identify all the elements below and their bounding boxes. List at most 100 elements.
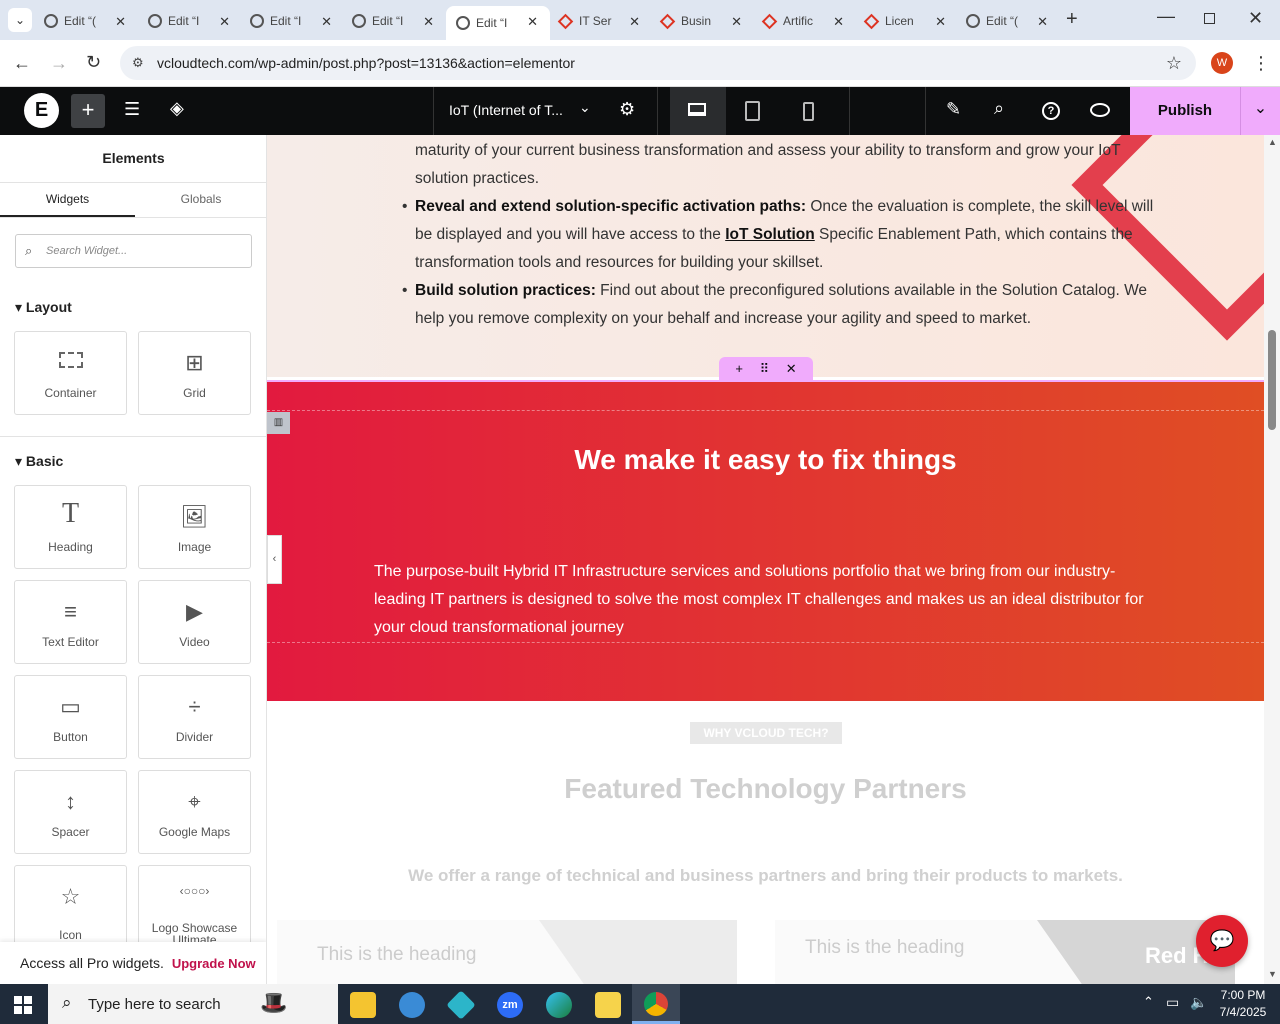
widget-logo-showcase[interactable]: ‹○○○› Logo Showcase Ultimate xyxy=(138,865,251,949)
windows-start-icon[interactable] xyxy=(14,996,32,1014)
page-settings-gear-icon[interactable]: ⚙ xyxy=(619,99,635,120)
volume-icon[interactable]: 🔈 xyxy=(1190,994,1207,1011)
close-tab-icon[interactable]: ✕ xyxy=(935,14,946,30)
widget-heading[interactable]: T Heading xyxy=(14,485,127,569)
edge-icon[interactable] xyxy=(546,992,572,1018)
scrollbar-thumb[interactable] xyxy=(1268,330,1276,430)
help-icon[interactable]: ? xyxy=(1042,102,1060,120)
page-scrollbar[interactable]: ▲ ▼ xyxy=(1264,135,1280,984)
partner-card[interactable]: This is the heading xyxy=(277,920,737,984)
publish-button[interactable]: Publish xyxy=(1130,87,1240,135)
delete-section-icon[interactable]: ✕ xyxy=(786,361,797,377)
browser-tab[interactable]: Edit “( ✕ xyxy=(956,6,1060,36)
widget-image[interactable]: 🖼 Image xyxy=(138,485,251,569)
network-icon[interactable]: ▭ xyxy=(1166,994,1179,1011)
device-desktop-button[interactable] xyxy=(670,87,726,135)
preview-eye-icon[interactable] xyxy=(1090,103,1110,117)
card-shape xyxy=(538,920,737,984)
close-tab-icon[interactable]: ✕ xyxy=(731,14,742,30)
widget-video[interactable]: ▶ Video xyxy=(138,580,251,664)
reload-button[interactable]: ↻ xyxy=(86,52,101,73)
close-tab-icon[interactable]: ✕ xyxy=(115,14,126,30)
tab-title: Edit “( xyxy=(986,14,1019,28)
forward-button[interactable]: → xyxy=(50,53,68,74)
elementor-logo-icon[interactable]: E xyxy=(24,93,59,128)
new-tab-button[interactable]: + xyxy=(1066,8,1078,30)
widget-google-maps[interactable]: ⌖ Google Maps xyxy=(138,770,251,854)
device-mobile-icon[interactable] xyxy=(803,102,814,121)
section-handle[interactable]: + ⠿ ✕ xyxy=(719,357,813,380)
widget-button[interactable]: ▭ Button xyxy=(14,675,127,759)
browser-tab[interactable]: Edit “I ✕ xyxy=(138,6,242,36)
search-widget-input[interactable]: ⌕ Search Widget... xyxy=(15,234,252,268)
widget-icon[interactable]: ☆ Icon xyxy=(14,865,127,949)
browser-menu-icon[interactable]: ⋮ xyxy=(1252,50,1270,76)
chat-support-button[interactable]: 💬 xyxy=(1196,915,1248,967)
column-handle-icon[interactable]: ▥ xyxy=(267,412,290,434)
search-icon[interactable]: ⌕ xyxy=(994,98,1004,119)
zoom-icon[interactable]: zm xyxy=(497,992,523,1018)
page-title-dropdown[interactable]: IoT (Internet of T... ⌄ ⚙ xyxy=(433,87,658,135)
browser-tab[interactable]: Edit “I ✕ xyxy=(240,6,344,36)
profile-avatar[interactable]: W xyxy=(1211,52,1233,74)
restore-button[interactable] xyxy=(1204,13,1215,24)
layout-category-toggle[interactable]: ▾ Layout xyxy=(15,299,72,316)
back-button[interactable]: ← xyxy=(13,53,31,74)
scroll-down-arrow-icon[interactable]: ▼ xyxy=(1268,969,1277,979)
close-window-button[interactable]: ✕ xyxy=(1248,8,1263,29)
basic-category-toggle[interactable]: ▾ Basic xyxy=(15,453,63,470)
app-icon-2[interactable] xyxy=(446,990,476,1020)
tab-widgets[interactable]: Widgets xyxy=(0,183,135,218)
upgrade-now-link[interactable]: Upgrade Now xyxy=(172,956,256,971)
pro-widgets-banner: Access all Pro widgets. Upgrade Now xyxy=(0,942,266,984)
notes-icon[interactable]: ✎ xyxy=(946,99,961,120)
browser-tab[interactable]: Edit “(✕ xyxy=(34,6,138,36)
browser-tab[interactable]: Artific ✕ xyxy=(752,6,856,36)
browser-tab[interactable]: Busin ✕ xyxy=(650,6,754,36)
device-tablet-icon[interactable] xyxy=(745,101,760,121)
widget-divider[interactable]: ÷ Divider xyxy=(138,675,251,759)
browser-tab[interactable]: Licen ✕ xyxy=(854,6,958,36)
clock[interactable]: 7:00 PM 7/4/2025 xyxy=(1216,987,1270,1021)
browser-tab[interactable]: IT Ser ✕ xyxy=(548,6,652,36)
sticky-notes-icon[interactable] xyxy=(595,992,621,1018)
app-icon-1[interactable] xyxy=(399,992,425,1018)
browser-tab-bar: ⌄ Edit “(✕ Edit “I ✕ Edit “I ✕ Edit “I ✕ Edit “… xyxy=(0,0,1280,40)
scroll-up-arrow-icon[interactable]: ▲ xyxy=(1268,137,1277,147)
widget-text-editor[interactable]: ≡ Text Editor xyxy=(14,580,127,664)
tab-title: Edit “I xyxy=(476,16,508,30)
tab-search-button[interactable]: ⌄ xyxy=(8,8,32,32)
close-tab-icon[interactable]: ✕ xyxy=(219,14,230,30)
publish-options-button[interactable]: ⌄ xyxy=(1240,87,1280,135)
iot-solution-link[interactable]: IoT Solution xyxy=(725,226,815,243)
site-settings-sliders-icon[interactable]: ☰ xyxy=(124,99,140,120)
add-element-button[interactable]: + xyxy=(71,94,105,128)
url-field[interactable]: ⚙ vcloudtech.com/wp-admin/post.php?post=… xyxy=(120,46,1196,80)
chrome-taskbar-button[interactable] xyxy=(632,984,680,1024)
vcloud-icon xyxy=(761,13,778,29)
close-tab-icon[interactable]: ✕ xyxy=(833,14,844,30)
close-tab-icon[interactable]: ✕ xyxy=(629,14,640,30)
widget-grid[interactable]: ⊞ Grid xyxy=(138,331,251,415)
taskbar-search-box[interactable]: ⌕ Type here to search 🎩 xyxy=(48,984,338,1024)
add-section-icon[interactable]: + xyxy=(735,361,743,376)
file-explorer-icon[interactable] xyxy=(350,992,376,1018)
close-tab-icon[interactable]: ✕ xyxy=(1037,14,1048,30)
close-tab-icon[interactable]: ✕ xyxy=(423,14,434,30)
image-icon: 🖼 xyxy=(180,504,209,529)
partner-card[interactable]: This is the heading Red H xyxy=(775,920,1235,984)
browser-tab[interactable]: Edit “I ✕ xyxy=(446,6,550,40)
close-tab-icon[interactable]: ✕ xyxy=(321,14,332,30)
bookmark-star-icon[interactable]: ☆ xyxy=(1166,46,1182,80)
structure-layers-icon[interactable]: ◈ xyxy=(170,98,184,119)
site-settings-icon[interactable]: ⚙ xyxy=(132,46,144,80)
tray-chevron-icon[interactable]: ⌃ xyxy=(1143,994,1154,1010)
close-tab-icon[interactable]: ✕ xyxy=(527,14,538,30)
tab-globals[interactable]: Globals xyxy=(135,183,266,218)
collapse-panel-handle[interactable]: ‹ xyxy=(267,535,282,584)
minimize-button[interactable]: — xyxy=(1157,6,1175,27)
widget-spacer[interactable]: ↕ Spacer xyxy=(14,770,127,854)
browser-tab[interactable]: Edit “I ✕ xyxy=(342,6,446,36)
drag-handle-icon[interactable]: ⠿ xyxy=(760,361,770,377)
widget-container[interactable]: Container xyxy=(14,331,127,415)
